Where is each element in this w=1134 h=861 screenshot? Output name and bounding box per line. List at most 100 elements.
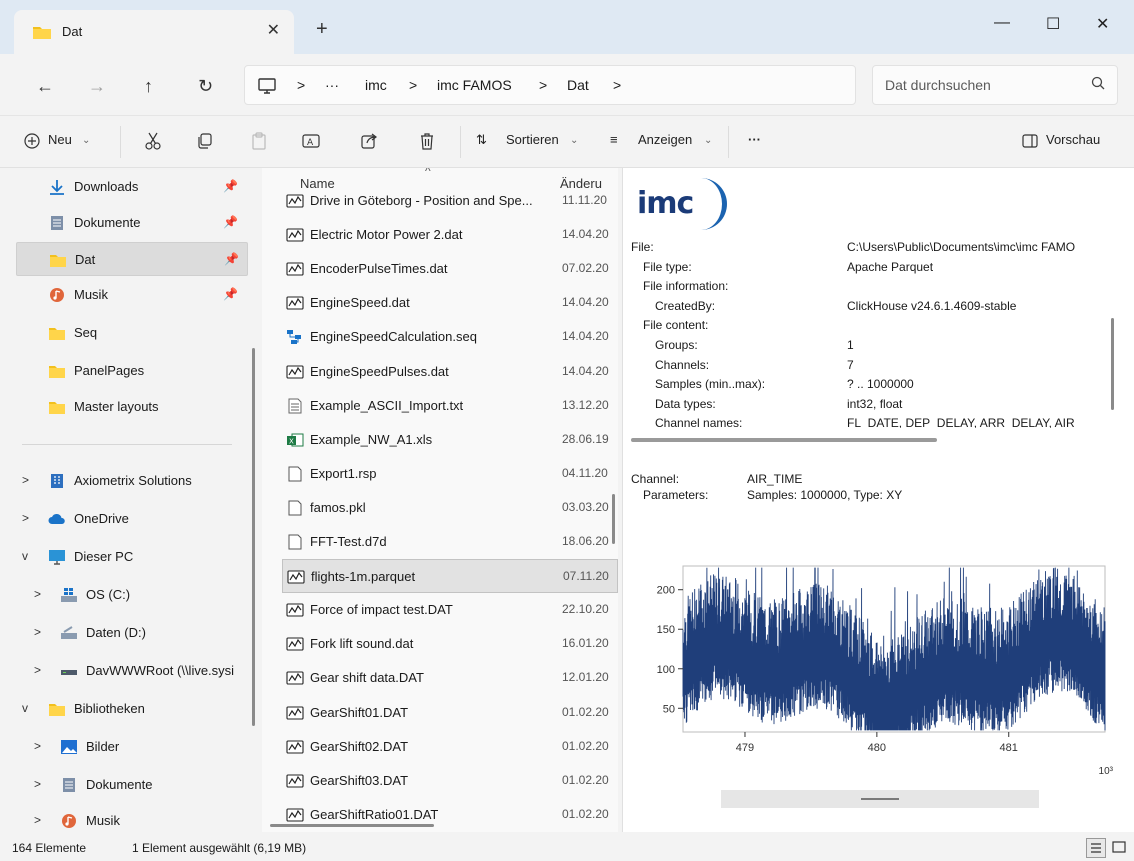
sidebar-item-musik[interactable]: Musik 📌 [14,278,246,312]
vertical-scrollbar[interactable] [612,494,615,544]
new-button[interactable]: Neu [48,132,72,147]
sidebar-item-davwwwroot[interactable]: > DavWWWRoot (\\live.sysi [26,654,258,688]
sidebar-item-onedrive[interactable]: > OneDrive [14,502,246,536]
file-row[interactable]: X Example_NW_A1.xls 28.06.19 [282,423,618,457]
sidebar-item-seq[interactable]: Seq [14,316,246,350]
chevron-right-icon[interactable]: > [34,587,41,601]
chevron-right-icon[interactable]: > [34,625,41,639]
horizontal-scrollbar[interactable] [270,824,434,827]
sidebar-item-label: Musik [86,813,120,828]
share-icon[interactable] [360,132,378,150]
file-row[interactable]: Electric Motor Power 2.dat 14.04.20 [282,218,618,252]
file-row[interactable]: Fork lift sound.dat 16.01.20 [282,627,618,661]
close-window-button[interactable]: ✕ [1096,14,1109,34]
sort-caret-icon: ^ [425,168,431,178]
file-row[interactable]: GearShift01.DAT 01.02.20 [282,696,618,730]
sidebar-item-downloads[interactable]: Downloads 📌 [14,170,246,204]
file-row[interactable]: GearShift03.DAT 01.02.20 [282,764,618,798]
sidebar-item-dieser-pc[interactable]: v Dieser PC [14,540,246,574]
sidebar-item-dokumente-lib[interactable]: > Dokumente [26,768,258,802]
file-row[interactable]: Drive in Göteborg - Position and Spe... 1… [282,184,618,218]
sidebar-item-dat[interactable]: Dat 📌 [16,242,248,276]
chevron-right-icon[interactable]: > [34,777,41,791]
sort-button[interactable]: Sortieren [506,132,559,147]
sidebar-item-musik-lib[interactable]: > Musik [26,804,258,838]
file-name: Fork lift sound.dat [310,636,414,652]
rename-icon[interactable]: A [302,132,320,150]
y-tick-label: 100 [657,664,675,676]
tab-dat[interactable]: Dat ✕ [14,10,294,54]
cut-icon[interactable] [144,132,162,150]
sidebar-item-os-c[interactable]: > OS (C:) [26,578,258,612]
breadcrumb-more[interactable]: ··· [325,77,339,93]
chevron-down-icon[interactable]: v [22,549,28,563]
chart-file-icon [286,671,304,685]
file-row[interactable]: Gear shift data.DAT 12.01.20 [282,661,618,695]
chart-scrollbar[interactable] [721,790,1039,808]
sidebar-item-bilder[interactable]: > Bilder [26,730,258,764]
info-value: Apache Parquet [847,259,934,274]
up-button[interactable]: ↑ [144,76,153,97]
sidebar-item-dokumente[interactable]: Dokumente 📌 [14,206,246,240]
details-view-button[interactable] [1086,838,1106,858]
file-row[interactable]: Example_ASCII_Import.txt 13.12.20 [282,389,618,423]
new-tab-button[interactable]: + [316,18,328,41]
file-row[interactable]: Force of impact test.DAT 22.10.20 [282,593,618,627]
preview-button[interactable]: Vorschau [1046,132,1100,147]
chevron-right-icon[interactable]: > [34,813,41,827]
scrollbar-thumb[interactable] [861,798,899,800]
breadcrumb-dat[interactable]: Dat [567,77,589,93]
breadcrumb-sep[interactable]: > [613,77,621,93]
info-horizontal-scrollbar[interactable] [631,438,937,442]
chart-file-icon [286,808,304,822]
sidebar-item-daten-d[interactable]: > Daten (D:) [26,616,258,650]
file-name: Drive in Göteborg - Position and Spe... [310,193,533,208]
file-row[interactable]: FFT-Test.d7d 18.06.20 [282,525,618,559]
more-options-button[interactable]: ··· [748,132,761,147]
refresh-button[interactable]: ↻ [198,76,213,97]
chevron-right-icon[interactable]: > [34,739,41,753]
sidebar-scrollbar[interactable] [252,348,255,726]
file-row[interactable]: GearShift02.DAT 01.02.20 [282,730,618,764]
file-date: 12.01.20 [562,670,609,685]
file-row[interactable]: EngineSpeedCalculation.seq 14.04.20 [282,320,618,354]
paste-icon[interactable] [250,132,268,150]
address-bar[interactable]: > ··· imc > imc FAMOS > Dat > [244,65,856,105]
blank-file-icon [288,466,302,482]
x-tick-label: 479 [736,742,754,754]
info-vertical-scrollbar[interactable] [1111,318,1114,410]
file-row[interactable]: famos.pkl 03.03.20 [282,491,618,525]
sidebar-item-label: OneDrive [74,511,129,526]
chevron-down-icon[interactable]: v [22,701,28,715]
file-row[interactable]: EngineSpeed.dat 14.04.20 [282,286,618,320]
sidebar-item-panelpages[interactable]: PanelPages [14,354,246,388]
chevron-right-icon[interactable]: > [34,663,41,677]
chevron-right-icon[interactable]: > [22,511,29,525]
view-button[interactable]: Anzeigen [638,132,692,147]
sidebar-item-axiometrix[interactable]: > Axiometrix Solutions [14,464,246,498]
file-row[interactable]: flights-1m.parquet 07.11.20 [282,559,618,594]
info-key: Data types: [655,396,716,411]
sort-icon: ⇅ [476,132,487,147]
file-row[interactable]: Export1.rsp 04.11.20 [282,457,618,491]
sidebar-item-bibliotheken[interactable]: v Bibliotheken [14,692,246,726]
tab-close-button[interactable]: ✕ [267,20,280,40]
file-date: 13.12.20 [562,397,609,412]
delete-icon[interactable] [418,132,436,150]
tiles-view-button[interactable] [1110,838,1130,858]
back-button[interactable]: ← [36,76,54,97]
search-box[interactable]: Dat durchsuchen [872,65,1118,105]
minimize-button[interactable]: — [994,14,1010,32]
breadcrumb-imc[interactable]: imc [365,77,387,93]
sequence-file-icon [287,330,301,345]
sidebar-item-master-layouts[interactable]: Master layouts [14,390,246,424]
chart-file-icon [286,637,304,651]
maximize-button[interactable]: ☐ [1046,14,1060,34]
chevron-right-icon[interactable]: > [22,473,29,487]
file-row[interactable]: EngineSpeedPulses.dat 14.04.20 [282,355,618,389]
forward-button[interactable]: → [88,76,106,97]
file-row[interactable]: EncoderPulseTimes.dat 07.02.20 [282,252,618,286]
copy-icon[interactable] [196,132,214,150]
cloud-icon [48,513,65,524]
breadcrumb-imc-famos[interactable]: imc FAMOS [437,77,512,93]
